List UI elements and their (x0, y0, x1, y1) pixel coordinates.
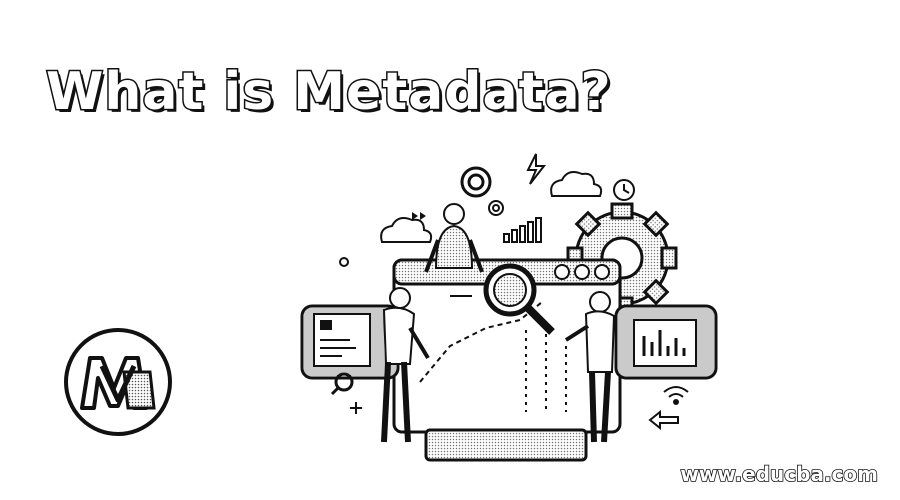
wifi-icon (663, 386, 689, 405)
footer-url: www.educba.com (680, 461, 879, 487)
right-panel (614, 304, 718, 380)
page-title: What is Metadata? (45, 61, 613, 124)
cloud-icon (380, 217, 433, 243)
clock-icon (613, 179, 635, 201)
analytics-illustration (300, 153, 718, 462)
lightning-icon (526, 153, 547, 185)
cloud-icon (550, 171, 603, 197)
target-small-icon (488, 200, 504, 216)
metadata-logo (64, 328, 172, 436)
target-icon (460, 166, 492, 198)
plus-icon (350, 402, 362, 414)
arrow-left-icon (648, 409, 679, 431)
bar-chart-icon (503, 217, 542, 243)
